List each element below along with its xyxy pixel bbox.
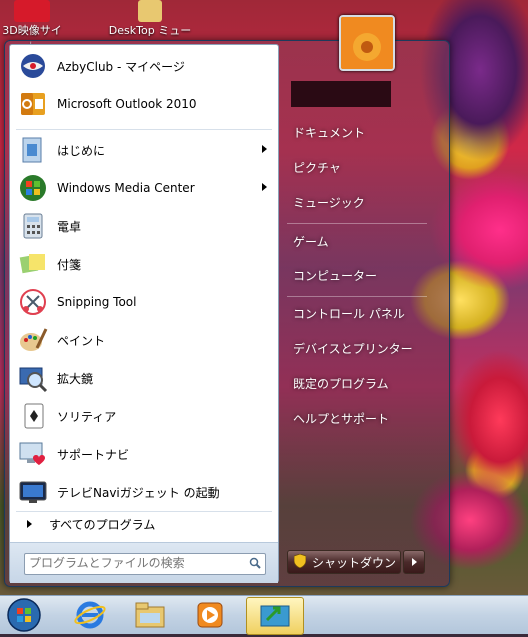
search-icon[interactable] — [249, 557, 261, 569]
right-item-pictures[interactable]: ピクチャ — [287, 153, 441, 181]
right-item-label: ミュージック — [293, 195, 365, 210]
paint-icon — [17, 324, 49, 356]
right-item-label: ヘルプとサポート — [293, 411, 390, 426]
getting-started-icon — [17, 134, 49, 166]
program-item-label: 拡大鏡 — [57, 371, 94, 386]
right-item-label: ドキュメント — [293, 125, 366, 140]
right-item-default-programs[interactable]: 既定のプログラム — [287, 369, 441, 397]
program-item-label: はじめに — [57, 143, 106, 158]
submenu-arrow-icon — [262, 183, 267, 191]
right-item-documents[interactable]: ドキュメント — [287, 118, 441, 146]
right-item-label: デバイスとプリンター — [293, 341, 413, 356]
magnifier-icon — [17, 362, 49, 394]
program-item-support-navi[interactable]: サポートナビ — [13, 437, 275, 471]
taskbar-desktop-shortcut[interactable] — [246, 597, 304, 635]
program-item-media-center[interactable]: Windows Media Center — [13, 171, 275, 205]
right-item-label: ゲーム — [293, 234, 329, 249]
shutdown-label: シャットダウン — [312, 555, 397, 570]
file-explorer-icon — [135, 602, 165, 628]
right-item-label: コントロール パネル — [293, 306, 405, 321]
program-item-magnifier[interactable]: 拡大鏡 — [13, 361, 275, 395]
desktop-icon-desktop-mirror[interactable]: DeskTop ミュー — [98, 0, 202, 38]
right-item-label: ピクチャ — [293, 160, 341, 175]
shield-icon — [293, 553, 307, 571]
tv-navi-gadget-icon — [17, 476, 49, 508]
program-item-label: 電卓 — [57, 219, 82, 234]
media-player-icon — [197, 602, 223, 628]
start-menu-left-pane: AzbyClub - マイページ Microsoft Outlook 2010 … — [9, 44, 279, 583]
program-item-calculator[interactable]: 電卓 — [13, 209, 275, 243]
start-orb-icon — [7, 598, 41, 632]
right-separator — [287, 296, 427, 297]
taskbar-file-explorer[interactable] — [124, 597, 176, 633]
program-item-label: サポートナビ — [57, 447, 130, 462]
right-item-label: 既定のプログラム — [293, 376, 389, 391]
windows-media-center-icon — [17, 172, 49, 204]
desktop-shortcut-icon — [260, 605, 290, 627]
program-item-getting-started[interactable]: はじめに — [13, 133, 275, 167]
internet-explorer-icon — [74, 601, 106, 629]
program-item-label: ソリティア — [57, 409, 117, 424]
program-item-snipping-tool[interactable]: Snipping Tool — [13, 285, 275, 319]
desktop-icon-label: DeskTop ミュー — [108, 24, 192, 37]
taskbar — [0, 595, 528, 635]
right-item-music[interactable]: ミュージック — [287, 188, 441, 216]
program-item-label: Snipping Tool — [57, 295, 137, 309]
program-item-paint[interactable]: ペイント — [13, 323, 275, 357]
snipping-tool-icon — [17, 286, 49, 318]
right-item-label: コンピューター — [293, 268, 378, 283]
user-account-picture[interactable] — [339, 15, 395, 71]
solitaire-icon — [17, 400, 49, 432]
search-area — [10, 542, 278, 583]
support-navi-icon — [17, 438, 49, 470]
program-item-label: テレビNaviガジェット の起動 — [57, 485, 220, 500]
calculator-icon — [17, 210, 49, 242]
program-item-tv-navi-gadget[interactable]: テレビNaviガジェット の起動 — [13, 475, 275, 509]
start-orb-button[interactable] — [2, 597, 46, 633]
taskbar-media-player[interactable] — [184, 597, 236, 633]
3d-park-icon — [14, 0, 50, 22]
pinned-item-outlook[interactable]: Microsoft Outlook 2010 — [13, 87, 275, 121]
program-item-label: 付箋 — [57, 257, 82, 272]
program-item-label: ペイント — [57, 333, 106, 348]
all-programs-label: すべてのプログラム — [49, 517, 156, 532]
pinned-item-label: AzbyClub - マイページ — [57, 59, 185, 74]
shutdown-options-button[interactable] — [403, 550, 425, 574]
sticky-notes-icon — [17, 248, 49, 280]
right-item-computer[interactable]: コンピューター — [287, 261, 441, 289]
program-item-label: Windows Media Center — [57, 181, 195, 195]
pinned-item-azbyclub[interactable]: AzbyClub - マイページ — [13, 49, 275, 83]
search-input[interactable] — [29, 555, 237, 571]
right-item-help-support[interactable]: ヘルプとサポート — [287, 404, 441, 432]
right-separator — [287, 223, 427, 224]
outlook-icon — [17, 88, 49, 120]
pinned-item-label: Microsoft Outlook 2010 — [57, 97, 197, 111]
right-item-devices-printers[interactable]: デバイスとプリンター — [287, 334, 441, 362]
folder-icon — [138, 0, 162, 22]
start-menu: AzbyClub - マイページ Microsoft Outlook 2010 … — [4, 15, 450, 587]
program-item-sticky-notes[interactable]: 付箋 — [13, 247, 275, 281]
right-item-control-panel[interactable]: コントロール パネル — [287, 299, 441, 327]
all-programs-arrow-icon — [27, 520, 32, 528]
azbyclub-globe-icon — [17, 50, 49, 82]
taskbar-internet-explorer[interactable] — [64, 597, 116, 633]
shutdown-button[interactable]: シャットダウン — [287, 550, 401, 574]
submenu-arrow-icon — [262, 145, 267, 153]
search-box[interactable] — [24, 553, 266, 575]
pinned-separator — [16, 129, 272, 130]
user-name-box[interactable] — [291, 81, 391, 107]
program-item-solitaire[interactable]: ソリティア — [13, 399, 275, 433]
right-item-games[interactable]: ゲーム — [287, 227, 441, 255]
all-programs-button[interactable]: すべてのプログラム — [13, 511, 275, 537]
